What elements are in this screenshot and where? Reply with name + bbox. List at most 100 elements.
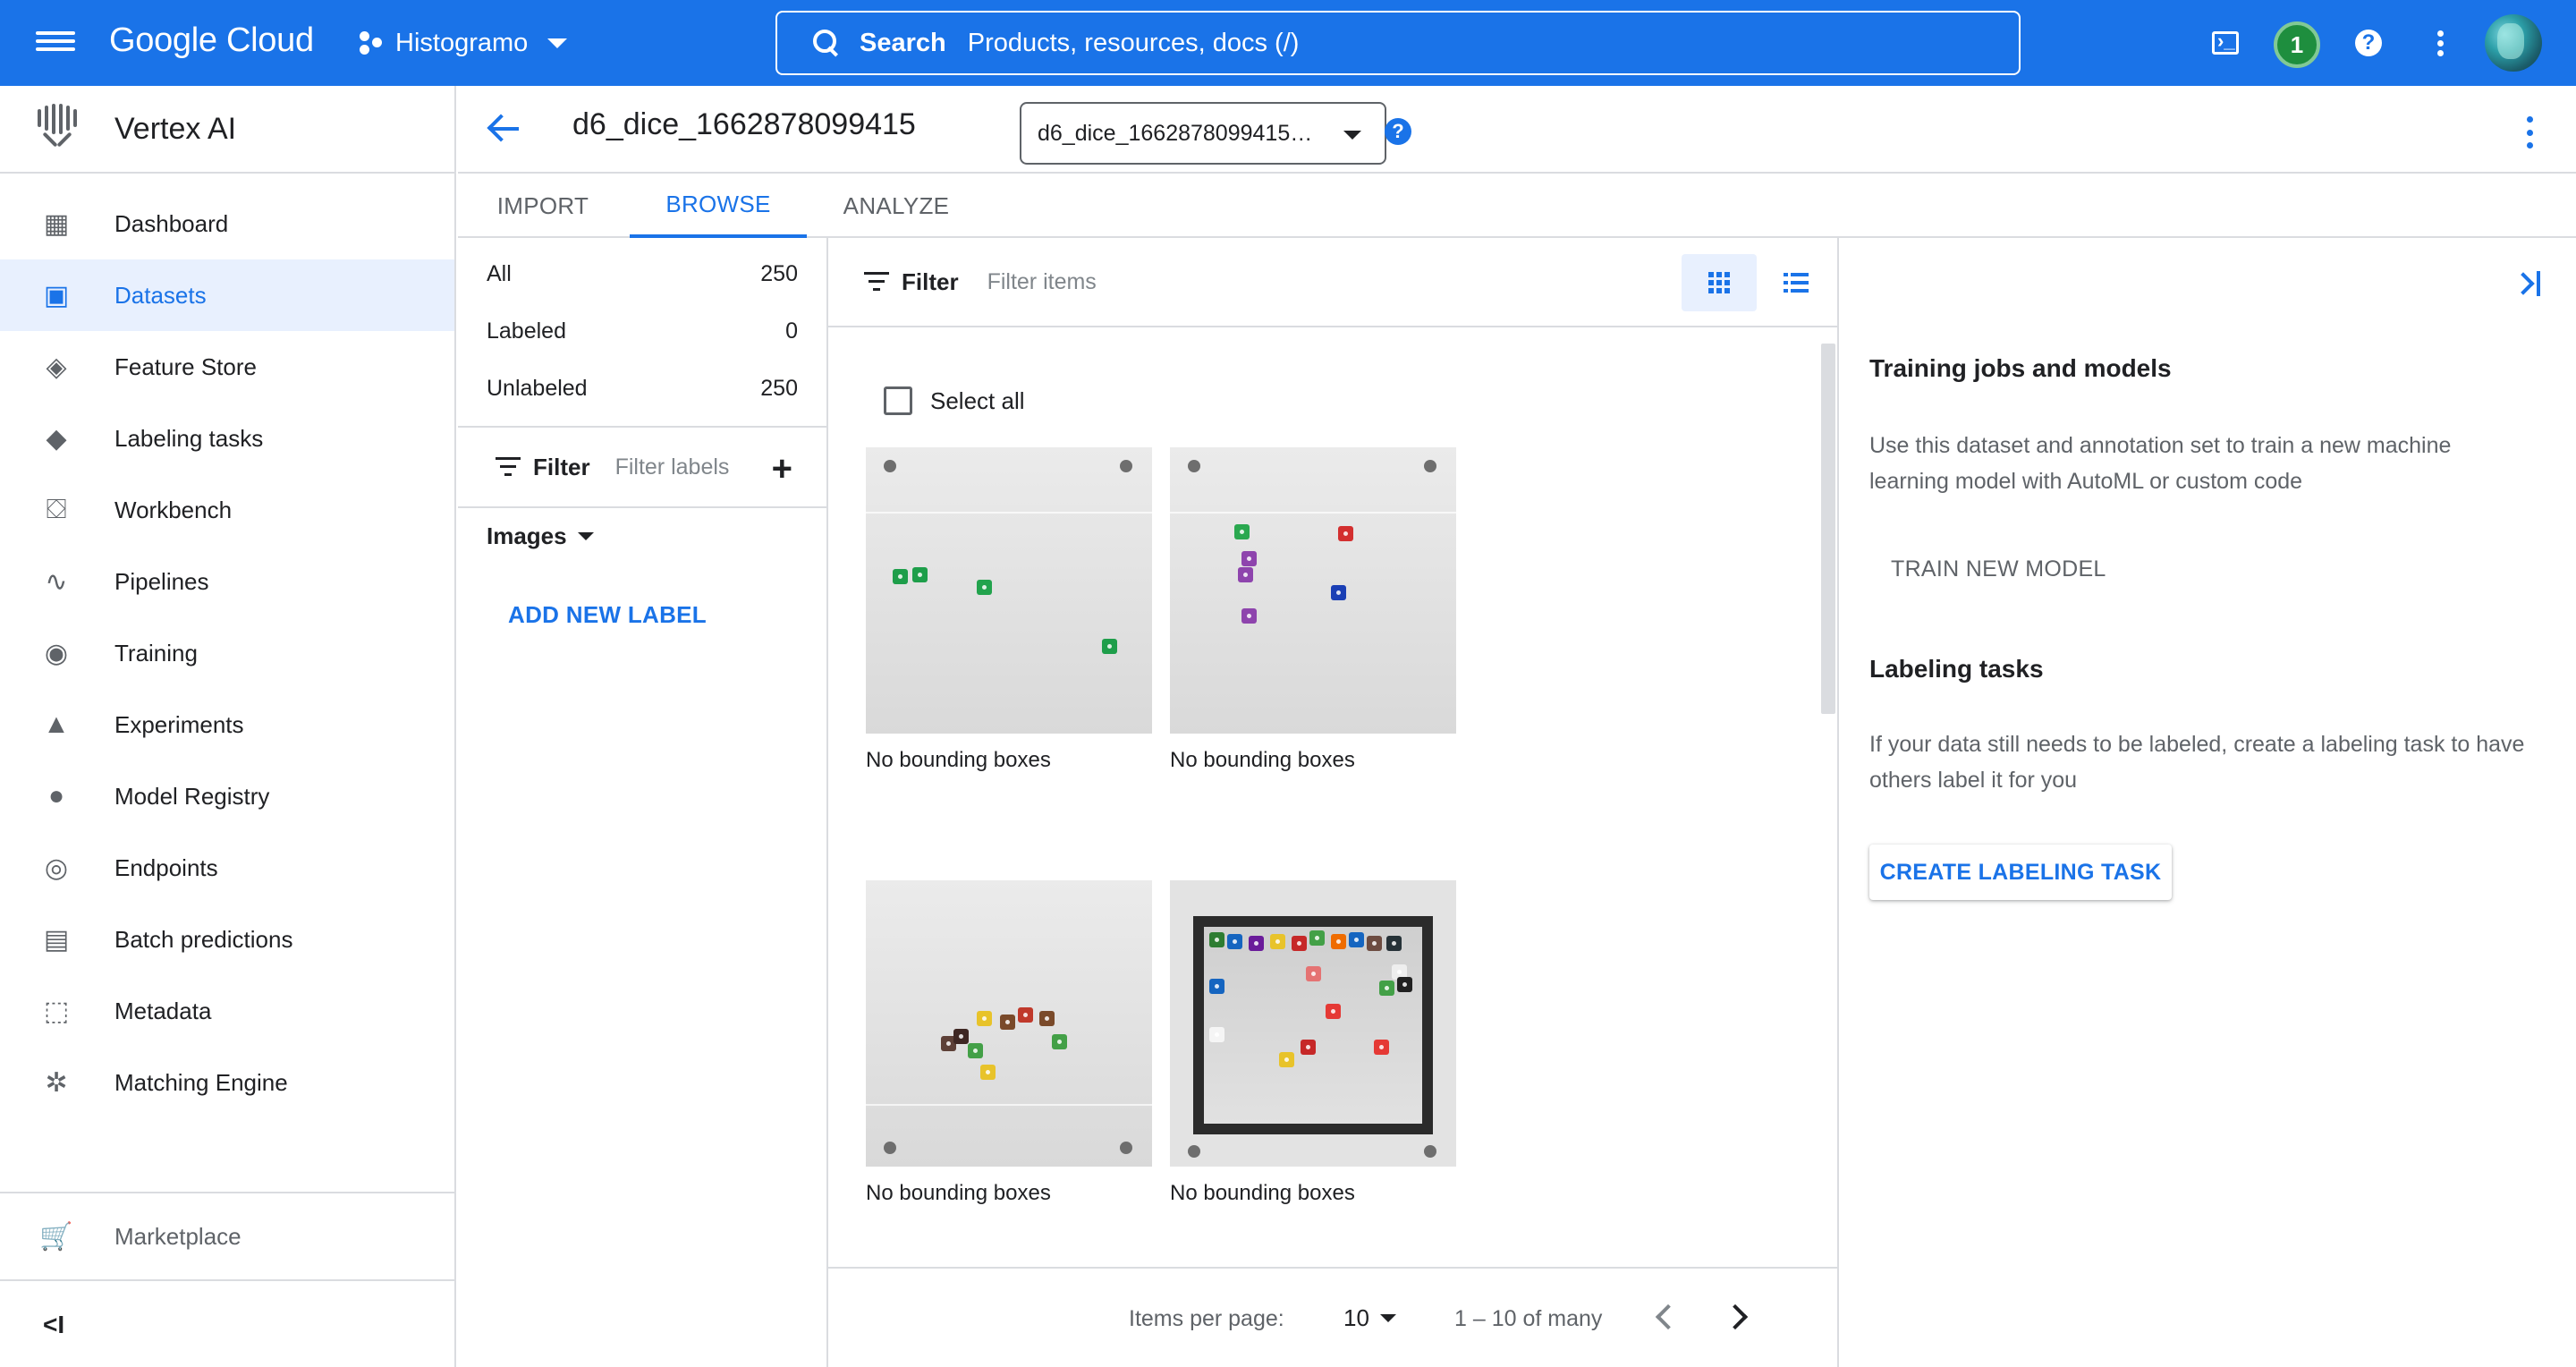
- nav-list: ▦ Dashboard ▣ Datasets ◈ Feature Store ◆ Labeli…: [0, 174, 454, 1118]
- count-label: All: [487, 260, 512, 286]
- tab-import[interactable]: IMPORT: [458, 174, 628, 238]
- items-per-page-select[interactable]: 10: [1343, 1304, 1396, 1332]
- sidebar-item-label: Endpoints: [114, 853, 218, 881]
- filter-labels-input[interactable]: Filter labels: [615, 454, 730, 480]
- sidebar-item-label: Batch predictions: [114, 925, 293, 953]
- cloud-shell-icon[interactable]: [2207, 25, 2243, 61]
- filter-label: Filter: [533, 453, 590, 480]
- create-labeling-task-button[interactable]: CREATE LABELING TASK: [1869, 845, 2172, 900]
- user-avatar[interactable]: [2485, 14, 2542, 72]
- search-icon: [811, 28, 842, 58]
- dropdown-arrow-icon: [577, 532, 594, 540]
- images-dropdown[interactable]: Images: [487, 522, 594, 550]
- training-heading: Training jobs and models: [1869, 354, 2172, 382]
- help-icon[interactable]: ?: [2351, 25, 2386, 61]
- top-app-bar: Google Cloud Histogramo Search Products,…: [0, 0, 2576, 86]
- tab-browse[interactable]: BROWSE: [630, 174, 807, 238]
- tab-analyze[interactable]: ANALYZE: [809, 174, 984, 238]
- filter-label: Filter: [902, 267, 959, 295]
- grid-view-button[interactable]: [1682, 254, 1757, 311]
- vertex-ai-logo-icon: [36, 104, 79, 154]
- project-name: Histogramo: [395, 28, 529, 57]
- sidebar-item-marketplace[interactable]: 🛒 Marketplace: [0, 1193, 454, 1279]
- dropdown-arrow-icon: [1343, 131, 1361, 140]
- sidebar-item-datasets[interactable]: ▣ Datasets: [0, 259, 454, 331]
- count-label: Unlabeled: [487, 375, 588, 401]
- labels-panel: All 250 Labeled 0 Unlabeled 250 Filter F…: [458, 238, 828, 1367]
- main-menu-icon[interactable]: [36, 27, 75, 59]
- add-new-label-button[interactable]: ADD NEW LABEL: [508, 601, 707, 629]
- dropdown-arrow-icon: [1379, 1314, 1396, 1322]
- sidebar-item-model-registry[interactable]: ● Model Registry: [0, 760, 454, 832]
- count-label: Labeled: [487, 318, 566, 344]
- image-thumbnail[interactable]: [866, 880, 1152, 1167]
- sidebar-item-endpoints[interactable]: ◎ Endpoints: [0, 832, 454, 904]
- cart-icon: 🛒: [39, 1221, 73, 1252]
- sidebar-item-dashboard[interactable]: ▦ Dashboard: [0, 188, 454, 259]
- filter-all[interactable]: All 250: [458, 245, 826, 302]
- sidebar-item-label: Workbench: [114, 496, 233, 523]
- sidebar-item-workbench[interactable]: ⛋ Workbench: [0, 474, 454, 546]
- sidebar-item-label: Feature Store: [114, 352, 257, 380]
- next-page-icon[interactable]: [1723, 1301, 1753, 1331]
- thumbnail-caption: No bounding boxes: [866, 1181, 1051, 1205]
- grid-view-icon: [1708, 272, 1730, 293]
- sidebar-item-training[interactable]: ◉ Training: [0, 617, 454, 689]
- project-selector[interactable]: Histogramo: [358, 23, 568, 63]
- items-filter-bar: Filter Filter items: [828, 238, 1837, 327]
- image-thumbnail[interactable]: [1170, 880, 1456, 1167]
- selector-value: d6_dice_1662878099415…: [1038, 120, 1313, 146]
- image-thumbnail[interactable]: [1170, 447, 1456, 734]
- labeling-heading: Labeling tasks: [1869, 655, 2044, 683]
- thumbnail-caption: No bounding boxes: [1170, 748, 1355, 772]
- checkbox[interactable]: [884, 386, 912, 415]
- pagination-bar: Items per page: 10 1 – 10 of many: [828, 1267, 1837, 1367]
- previous-page-icon[interactable]: [1649, 1301, 1680, 1331]
- scrollbar-thumb[interactable]: [1821, 344, 1835, 714]
- add-label-icon[interactable]: +: [772, 449, 792, 489]
- collapse-panel-icon[interactable]: [2513, 270, 2544, 297]
- chevron-down-icon: [547, 38, 568, 48]
- sidebar-item-matching-engine[interactable]: ✲ Matching Engine: [0, 1047, 454, 1118]
- thumbnail-caption: No bounding boxes: [866, 748, 1051, 772]
- sidebar-item-labeling-tasks[interactable]: ◆ Labeling tasks: [0, 403, 454, 474]
- sidebar-item-label: Pipelines: [114, 567, 209, 595]
- sidebar-item-experiments[interactable]: ▲ Experiments: [0, 689, 454, 760]
- image-thumbnail[interactable]: [866, 447, 1152, 734]
- more-options-icon[interactable]: [2524, 116, 2535, 149]
- page-header: d6_dice_1662878099415 d6_dice_1662878099…: [458, 86, 2576, 174]
- annotation-set-selector[interactable]: d6_dice_1662878099415…: [1020, 102, 1386, 165]
- collapse-nav-icon[interactable]: <I: [43, 1311, 64, 1339]
- left-navigation: Vertex AI ▦ Dashboard ▣ Datasets ◈ Feature St…: [0, 86, 456, 1367]
- endpoints-icon: ◎: [44, 853, 69, 883]
- notification-badge[interactable]: 1: [2274, 21, 2320, 68]
- count-value: 250: [760, 260, 798, 286]
- search-bar[interactable]: Search Products, resources, docs (/): [775, 11, 2021, 75]
- sidebar-item-pipelines[interactable]: ∿ Pipelines: [0, 546, 454, 617]
- help-icon[interactable]: ?: [1385, 118, 1411, 145]
- train-new-model-button[interactable]: TRAIN NEW MODEL: [1891, 556, 2106, 582]
- sidebar-item-label: Matching Engine: [114, 1068, 288, 1096]
- images-dropdown-label: Images: [487, 522, 567, 549]
- more-options-icon[interactable]: [2422, 25, 2458, 61]
- sidebar-item-metadata[interactable]: ⬚ Metadata: [0, 975, 454, 1047]
- sidebar-item-label: Experiments: [114, 710, 244, 738]
- workbench-icon: ⛋: [46, 495, 67, 524]
- sidebar-item-feature-store[interactable]: ◈ Feature Store: [0, 331, 454, 403]
- training-icon: ◉: [44, 638, 69, 668]
- filter-labeled[interactable]: Labeled 0: [458, 302, 826, 360]
- page-title: d6_dice_1662878099415: [572, 107, 916, 141]
- sidebar-item-label: Labeling tasks: [114, 424, 264, 452]
- sidebar-item-label: Metadata: [114, 997, 212, 1024]
- select-all-checkbox[interactable]: Select all: [866, 386, 1025, 415]
- filter-items-input[interactable]: Filter items: [987, 269, 1097, 295]
- sidebar-item-label: Training: [114, 639, 198, 667]
- back-arrow-icon[interactable]: [485, 109, 524, 149]
- select-all-label: Select all: [930, 386, 1025, 414]
- sidebar-item-batch-predictions[interactable]: ▤ Batch predictions: [0, 904, 454, 975]
- filter-unlabeled[interactable]: Unlabeled 250: [458, 360, 826, 417]
- project-icon: [358, 30, 385, 56]
- google-cloud-logo[interactable]: Google Cloud: [109, 21, 314, 60]
- list-view-button[interactable]: [1758, 254, 1834, 311]
- datasets-icon: ▣: [43, 280, 70, 310]
